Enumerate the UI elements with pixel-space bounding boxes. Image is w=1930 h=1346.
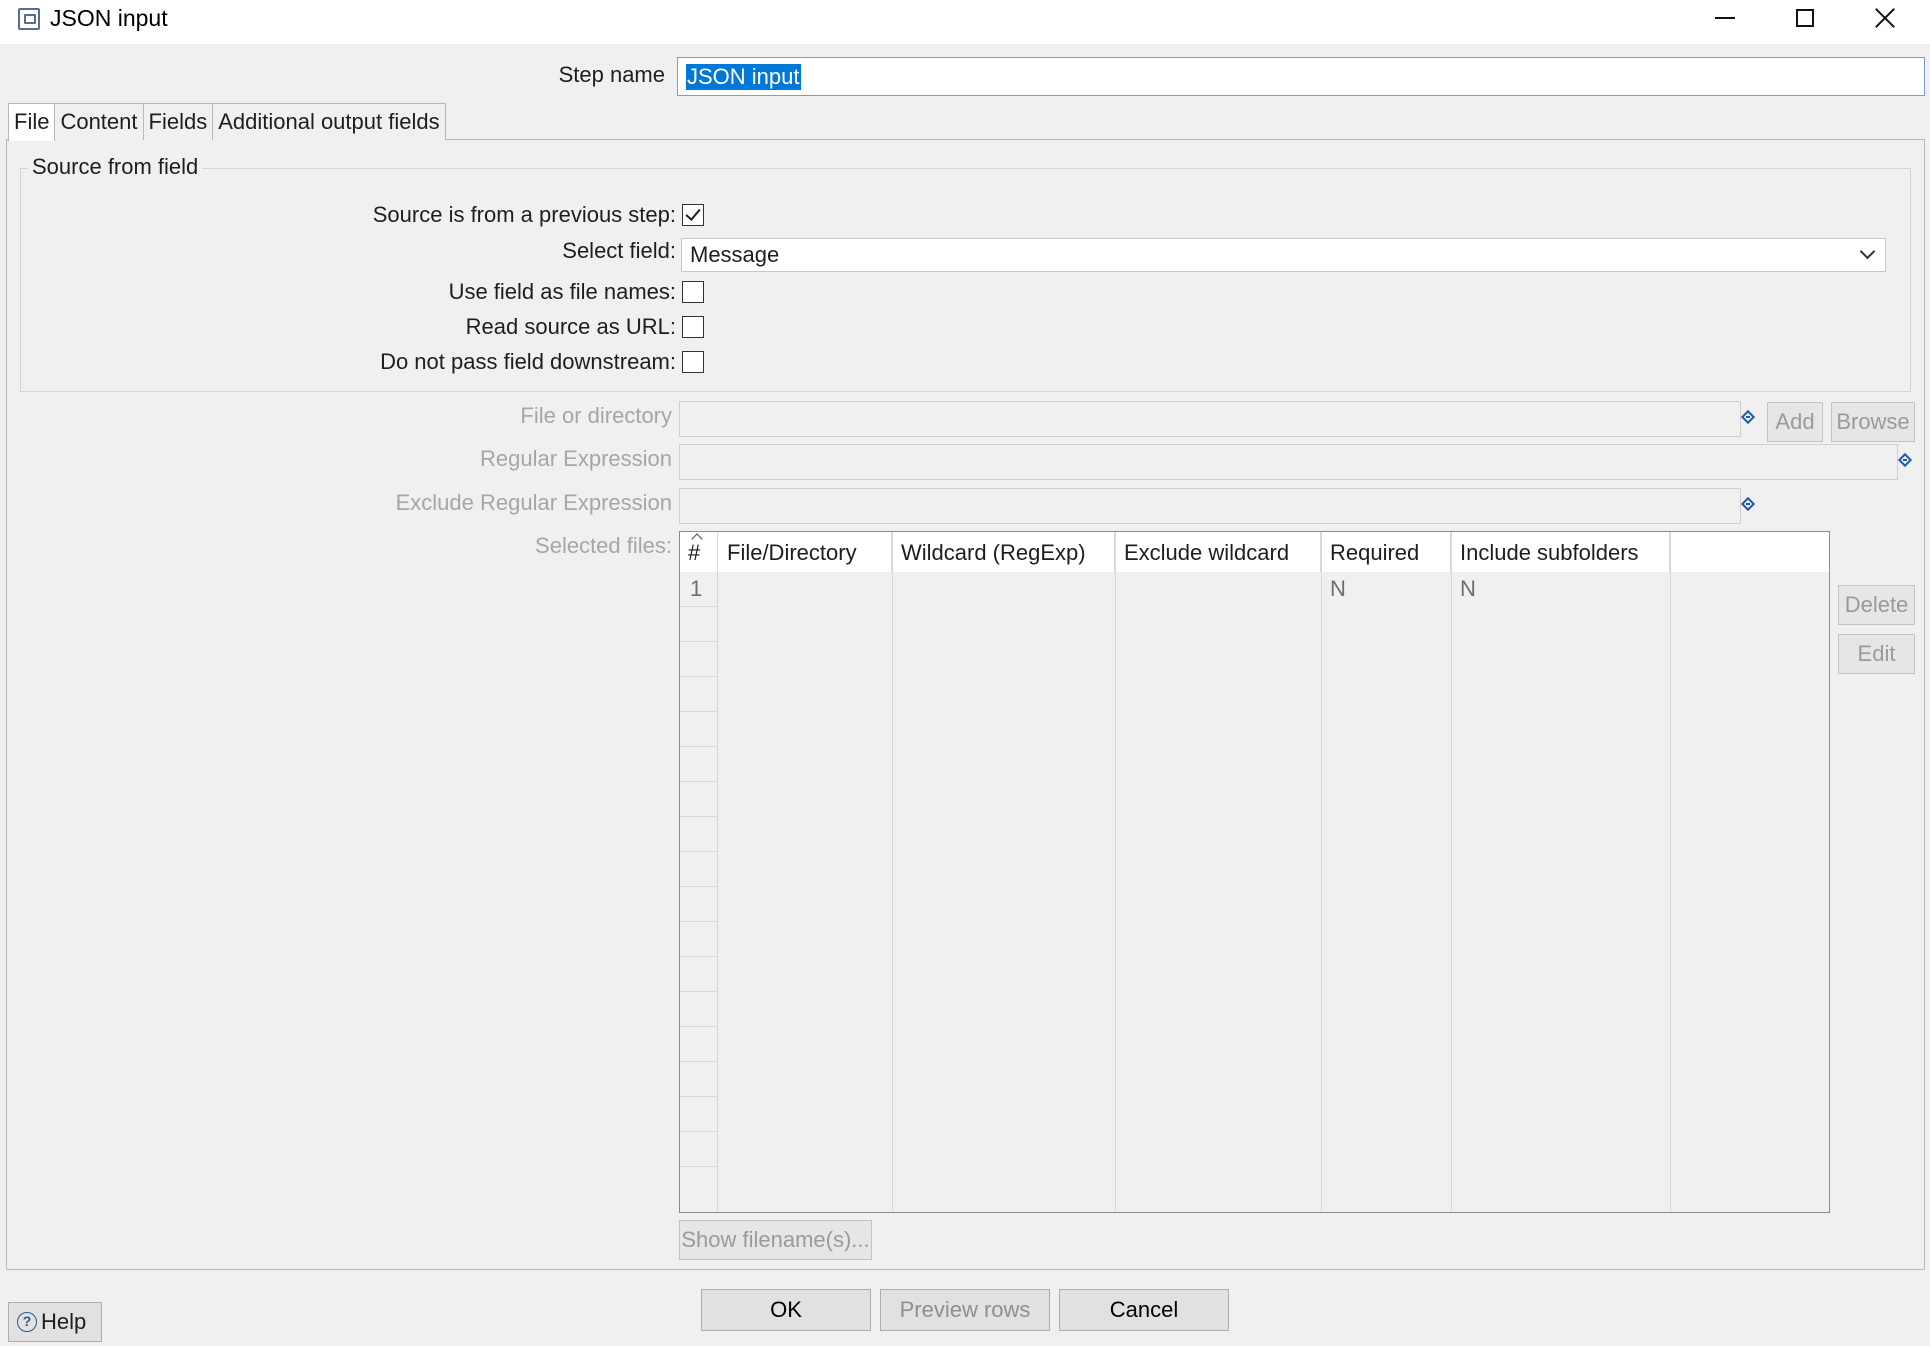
minimize-icon	[1715, 17, 1735, 19]
source-prev-step-label: Source is from a previous step:	[372, 202, 676, 227]
row-divider	[680, 886, 718, 887]
variable-icon[interactable]	[1898, 453, 1912, 467]
window-title: JSON input	[50, 5, 168, 31]
tab-bar: File Content Fields Additional output fi…	[8, 103, 446, 141]
required-cell[interactable]: N	[1330, 574, 1346, 604]
maximize-button[interactable]	[1765, 0, 1845, 36]
selected-files-table[interactable]: # File/Directory Wildcard (RegExp) Exclu…	[679, 531, 1830, 1213]
row-divider	[680, 956, 718, 957]
help-button[interactable]: ? Help	[8, 1302, 102, 1342]
source-from-field-legend: Source from field	[28, 153, 203, 181]
file-or-directory-label: File or directory	[520, 403, 672, 428]
table-header: # File/Directory Wildcard (RegExp) Exclu…	[680, 532, 1829, 572]
help-icon: ?	[17, 1312, 37, 1332]
table-row[interactable]: 1 N N	[680, 574, 1829, 606]
column-header-wildcard[interactable]: Wildcard (RegExp)	[892, 532, 1115, 572]
column-divider	[1670, 532, 1671, 1212]
title-bar: JSON input	[0, 0, 1930, 44]
delete-button[interactable]: Delete	[1838, 585, 1915, 625]
read-source-as-url-label: Read source as URL:	[465, 314, 676, 339]
row-divider	[680, 1096, 718, 1097]
maximize-icon	[1796, 9, 1814, 27]
minimize-button[interactable]	[1685, 0, 1765, 36]
column-divider	[1115, 532, 1116, 1212]
preview-rows-button[interactable]: Preview rows	[880, 1289, 1050, 1331]
ok-button[interactable]: OK	[701, 1289, 871, 1331]
row-divider	[680, 781, 718, 782]
variable-icon[interactable]	[1741, 497, 1755, 511]
regex-input[interactable]	[679, 444, 1898, 480]
row-divider	[680, 746, 718, 747]
file-or-directory-input[interactable]	[679, 401, 1741, 437]
exclude-regex-label: Exclude Regular Expression	[395, 490, 672, 515]
column-divider	[1321, 532, 1322, 1212]
include-subfolders-cell[interactable]: N	[1460, 574, 1476, 604]
row-divider	[680, 641, 718, 642]
close-button[interactable]	[1845, 0, 1925, 36]
source-from-field-group	[20, 168, 1911, 392]
window-app-icon	[18, 8, 40, 30]
do-not-pass-downstream-label: Do not pass field downstream:	[380, 349, 676, 374]
row-number-column	[680, 572, 718, 1212]
tab-content[interactable]: Content	[54, 103, 144, 140]
variable-icon[interactable]	[1741, 410, 1755, 424]
edit-button[interactable]: Edit	[1838, 634, 1915, 674]
show-filenames-button[interactable]: Show filename(s)...	[679, 1220, 872, 1260]
row-divider	[680, 991, 718, 992]
step-name-label: Step name	[558, 62, 665, 87]
column-header-number[interactable]: #	[680, 532, 718, 572]
row-divider	[680, 676, 718, 677]
source-prev-step-checkbox[interactable]	[682, 204, 704, 226]
column-header-exclude-wildcard[interactable]: Exclude wildcard	[1115, 532, 1321, 572]
column-header-file-directory[interactable]: File/Directory	[718, 532, 892, 572]
column-header-include-subfolders[interactable]: Include subfolders	[1451, 532, 1670, 572]
column-header-required[interactable]: Required	[1321, 532, 1451, 572]
tab-file[interactable]: File	[8, 103, 56, 141]
row-divider	[680, 606, 718, 607]
row-divider	[680, 1131, 718, 1132]
help-label: Help	[41, 1309, 87, 1334]
regex-label: Regular Expression	[480, 446, 672, 471]
step-name-input[interactable]: JSON input	[677, 57, 1925, 96]
step-name-value: JSON input	[686, 63, 801, 90]
row-divider	[680, 1026, 718, 1027]
column-divider	[892, 532, 893, 1212]
select-field-dropdown[interactable]: Message	[681, 238, 1886, 272]
do-not-pass-downstream-checkbox[interactable]	[682, 351, 704, 373]
select-field-value: Message	[690, 242, 780, 267]
row-number-cell: 1	[690, 576, 703, 601]
exclude-regex-input[interactable]	[679, 488, 1741, 524]
selected-files-label: Selected files:	[535, 533, 672, 558]
column-divider	[1451, 532, 1452, 1212]
use-field-as-filenames-label: Use field as file names:	[448, 279, 676, 304]
read-source-as-url-checkbox[interactable]	[682, 316, 704, 338]
browse-button[interactable]: Browse	[1831, 402, 1915, 442]
add-button[interactable]: Add	[1767, 402, 1823, 442]
row-divider	[680, 1061, 718, 1062]
row-divider	[680, 1166, 718, 1167]
select-field-label: Select field:	[562, 238, 676, 263]
tab-fields[interactable]: Fields	[142, 103, 214, 140]
row-divider	[680, 921, 718, 922]
tab-additional-output-fields[interactable]: Additional output fields	[212, 103, 446, 140]
row-divider	[680, 851, 718, 852]
close-icon	[1874, 7, 1896, 29]
row-divider	[680, 816, 718, 817]
row-divider	[680, 711, 718, 712]
cancel-button[interactable]: Cancel	[1059, 1289, 1229, 1331]
chevron-down-icon	[1859, 243, 1876, 260]
use-field-as-filenames-checkbox[interactable]	[682, 281, 704, 303]
